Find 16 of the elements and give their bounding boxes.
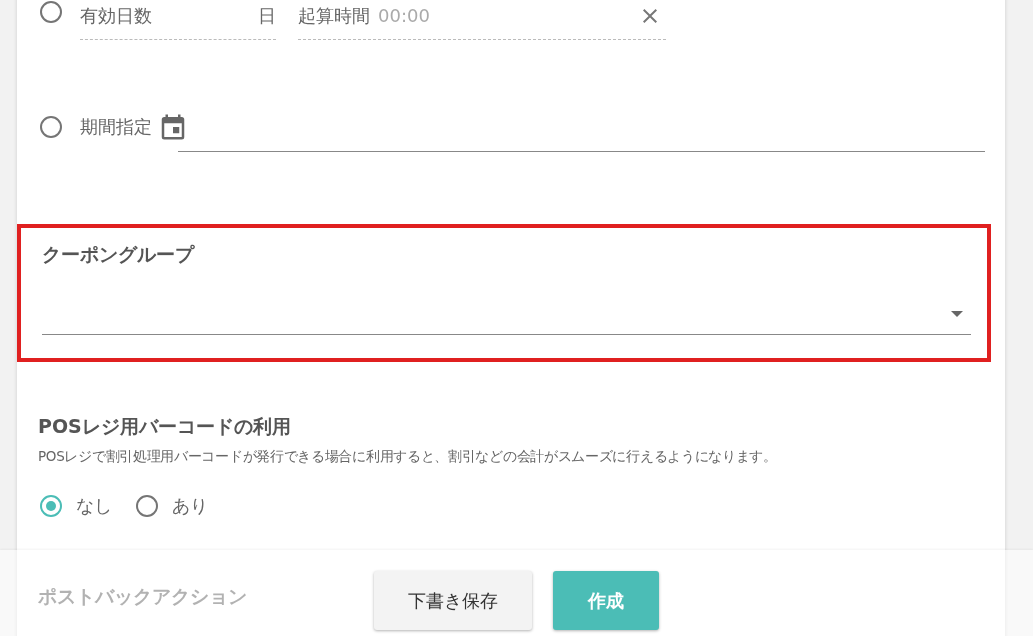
start-time-field[interactable]: 00:00 bbox=[376, 4, 530, 27]
days-field[interactable]: 有効日数 日 bbox=[80, 0, 276, 40]
start-time-label: 起算時間 bbox=[298, 3, 370, 28]
coupon-group-label: クーポングループ bbox=[42, 242, 196, 267]
section-title: ポストバックアクション bbox=[38, 584, 247, 609]
radio-label[interactable]: なし bbox=[76, 494, 112, 518]
save-draft-button[interactable]: 下書き保存 bbox=[374, 571, 532, 630]
period-label: 期間指定 bbox=[80, 115, 152, 139]
radio-button[interactable] bbox=[40, 1, 62, 23]
radio-button[interactable] bbox=[40, 495, 62, 517]
caret-icon bbox=[951, 311, 963, 317]
radio-label[interactable]: あり bbox=[172, 494, 208, 518]
section-title: POSレジ用バーコードの利用 bbox=[38, 414, 292, 439]
radio-button[interactable] bbox=[136, 495, 158, 517]
section-description: POSレジで割引処理用バーコードが発行できる場合に利用すると、割引などの会計がスムーズに行えるようになります。 bbox=[38, 448, 778, 466]
radio-button[interactable] bbox=[40, 116, 62, 138]
